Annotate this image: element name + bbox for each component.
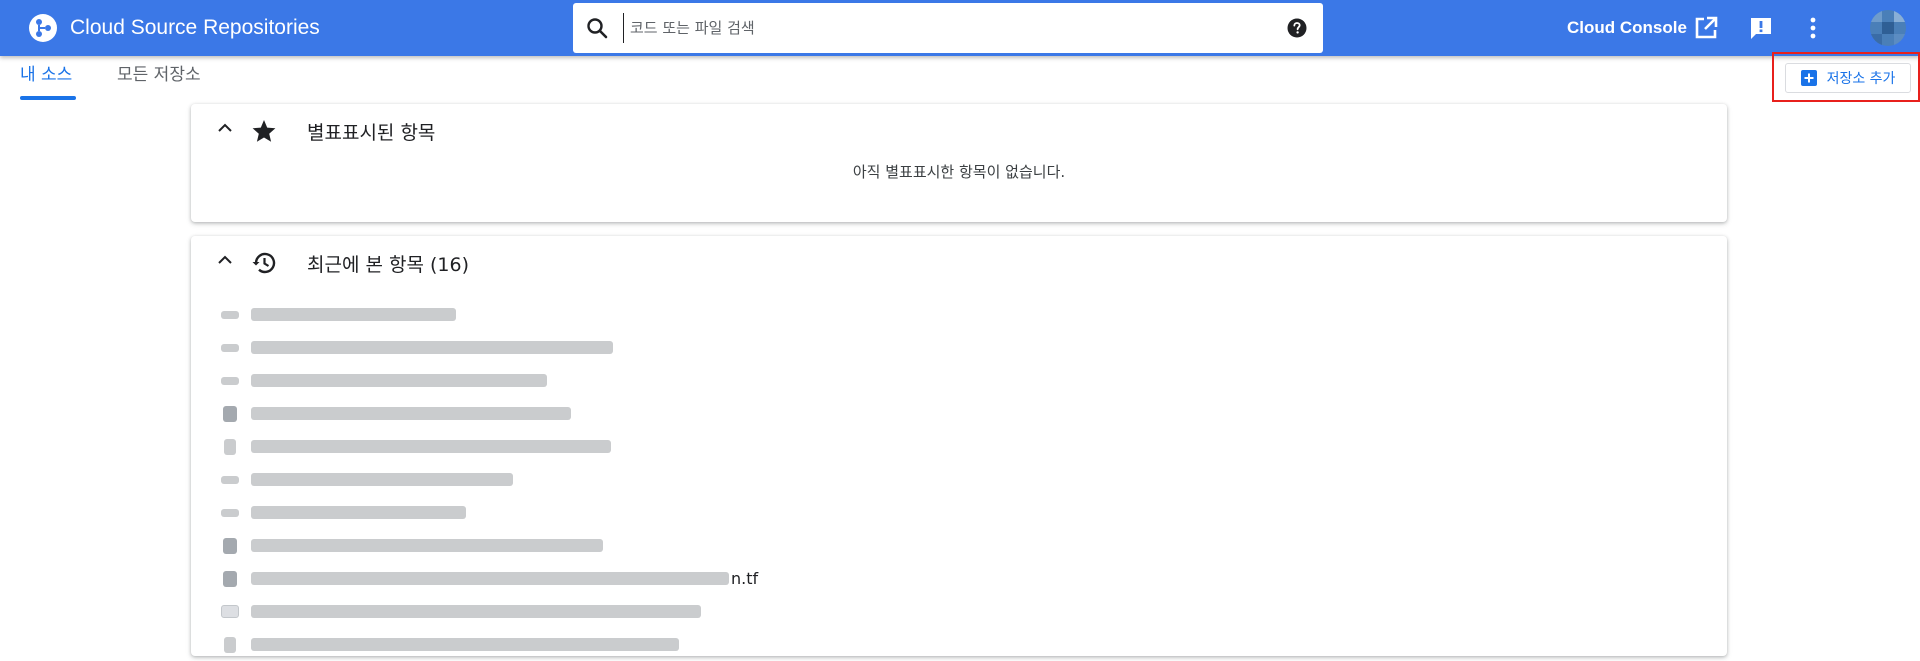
blurred-text: [251, 407, 571, 420]
list-item[interactable]: [219, 529, 919, 562]
list-item[interactable]: [219, 331, 919, 364]
app-bar: Cloud Source Repositories Cloud Console: [0, 0, 1920, 56]
list-item[interactable]: [219, 364, 919, 397]
blurred-text: [251, 605, 701, 618]
open-in-new-icon: [1695, 16, 1718, 39]
history-icon: [252, 252, 276, 274]
repo-icon: [219, 340, 241, 356]
starred-title: 별표표시된 항목: [307, 122, 436, 144]
tab-label: 내 소스: [20, 65, 73, 85]
blurred-text: [251, 341, 613, 354]
repo-icon: [219, 373, 241, 389]
tab-all-repositories[interactable]: 모든 저장소: [117, 60, 201, 100]
repo-icon: [219, 472, 241, 488]
search-input[interactable]: [623, 13, 1243, 43]
folder-icon: [219, 604, 241, 620]
recent-card: 최근에 본 항목 (16) n.tf: [191, 236, 1727, 656]
list-item[interactable]: n.tf: [219, 562, 919, 595]
list-item[interactable]: [219, 595, 919, 628]
starred-header: 별표표시된 항목: [191, 104, 1727, 156]
file-icon: [219, 570, 241, 587]
logo-icon: [29, 14, 57, 42]
blurred-text: [251, 374, 547, 387]
help-icon[interactable]: [1287, 18, 1307, 38]
feedback-icon[interactable]: [1748, 15, 1774, 41]
app-title: Cloud Source Repositories: [70, 16, 320, 39]
repo-icon: [219, 307, 241, 323]
more-vert-icon[interactable]: [1800, 15, 1826, 41]
active-tab-indicator: [20, 96, 76, 100]
add-box-icon: [1800, 70, 1817, 86]
chevron-up-icon[interactable]: [215, 118, 235, 138]
blurred-text: [251, 506, 466, 519]
blurred-text: [251, 638, 679, 651]
branch-icon: [219, 636, 241, 653]
branch-icon: [219, 438, 241, 455]
search-box[interactable]: [573, 3, 1323, 53]
blurred-text: [251, 473, 513, 486]
blurred-text: [251, 539, 603, 552]
blurred-text: [251, 572, 729, 585]
avatar[interactable]: [1870, 10, 1906, 46]
star-icon: [252, 120, 276, 142]
tab-my-source[interactable]: 내 소스: [20, 60, 76, 100]
tab-label: 모든 저장소: [117, 65, 201, 85]
list-item[interactable]: [219, 298, 919, 331]
item-suffix: n.tf: [731, 569, 759, 588]
cloud-console-link[interactable]: Cloud Console: [1567, 14, 1719, 42]
recent-title: 최근에 본 항목 (16): [307, 254, 470, 276]
list-item[interactable]: [219, 628, 919, 661]
list-item[interactable]: [219, 463, 919, 496]
chevron-up-icon[interactable]: [215, 250, 235, 270]
cloud-console-label: Cloud Console: [1567, 18, 1687, 37]
brand[interactable]: Cloud Source Repositories: [28, 13, 320, 43]
add-repository-label: 저장소 추가: [1826, 71, 1896, 87]
repo-icon: [219, 505, 241, 521]
list-item[interactable]: [219, 430, 919, 463]
blurred-text: [251, 308, 456, 321]
starred-card: 별표표시된 항목 아직 별표표시한 항목이 없습니다.: [191, 104, 1727, 222]
empty-message: 아직 별표표시한 항목이 없습니다.: [852, 163, 1066, 181]
search-icon[interactable]: [585, 16, 609, 40]
recent-list: n.tf: [219, 298, 919, 661]
file-icon: [219, 405, 241, 422]
list-item[interactable]: [219, 397, 919, 430]
add-repository-button[interactable]: 저장소 추가: [1785, 63, 1911, 93]
recent-header: 최근에 본 항목 (16): [191, 236, 1727, 288]
file-icon: [219, 537, 241, 554]
blurred-text: [251, 440, 611, 453]
list-item[interactable]: [219, 496, 919, 529]
